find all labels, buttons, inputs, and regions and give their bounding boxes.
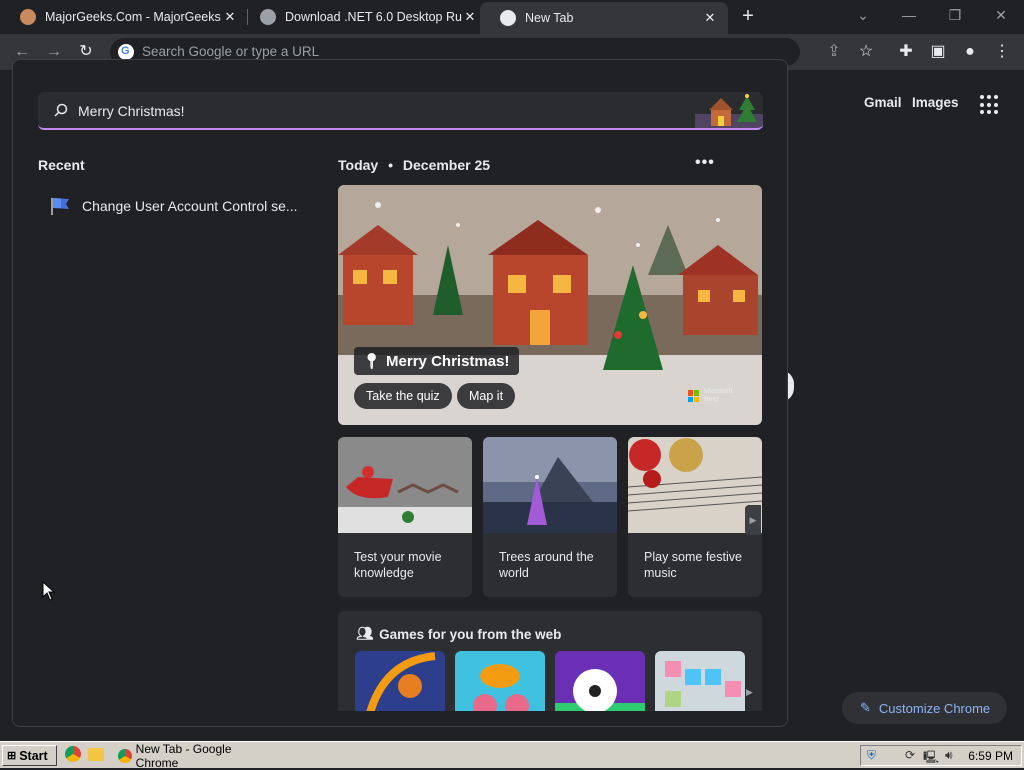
tab-title: New Tab	[525, 11, 574, 25]
close-window-button[interactable]: ✕	[978, 0, 1024, 30]
bookmark-star-icon[interactable]: ☆	[854, 40, 878, 64]
search-dropdown-panel: Merry Christmas! Recent Change User Acco…	[12, 59, 788, 727]
restore-button[interactable]: ❐	[932, 0, 978, 30]
customize-label: Customize Chrome	[878, 700, 991, 716]
tab-majorgeeks[interactable]: MajorGeeks.Com - MajorGeeks ✕	[0, 0, 248, 34]
bing-brand: Bing	[704, 396, 719, 403]
santa-sleigh-image	[338, 437, 472, 533]
card-label: Play some festive music	[644, 550, 742, 580]
game-basketball-icon[interactable]	[355, 651, 445, 711]
tab-title: MajorGeeks.Com - MajorGeeks	[45, 10, 221, 24]
search-input[interactable]: Merry Christmas!	[38, 92, 763, 130]
card-festive-music[interactable]: Play some festive music	[628, 437, 762, 597]
lit-tree-harbor-image	[483, 437, 617, 533]
start-label: Start	[19, 748, 48, 763]
globe-icon	[260, 9, 276, 25]
customize-chrome-button[interactable]: ✎ Customize Chrome	[842, 692, 1007, 724]
new-tab-button[interactable]: +	[737, 5, 759, 27]
microsoft-logo-icon	[688, 390, 700, 402]
search-icon	[54, 103, 68, 117]
card-label: Test your movie knowledge	[354, 550, 442, 580]
card-trees-world[interactable]: Trees around the world	[483, 437, 617, 597]
today-header: Today • December 25	[338, 157, 490, 173]
images-link[interactable]: Images	[912, 95, 959, 110]
profile-avatar-icon[interactable]: ●	[958, 40, 982, 64]
recent-item[interactable]: Change User Account Control se...	[48, 193, 298, 219]
start-button[interactable]: ⊞ Start	[2, 745, 57, 766]
card-movie-quiz[interactable]: Test your movie knowledge	[338, 437, 472, 597]
folder-quicklaunch-icon[interactable]	[88, 748, 104, 761]
card-label: Trees around the world	[499, 550, 594, 580]
new-tab-page: Gmail Images	[788, 70, 1024, 740]
chrome-quicklaunch-icon[interactable]	[65, 746, 81, 762]
hero-card[interactable]: 📍︎ Merry Christmas! Take the quiz Map it…	[338, 185, 762, 425]
close-tab-icon[interactable]: ✕	[462, 9, 478, 25]
taskbar-chrome-window[interactable]: New Tab - Google Chrome	[114, 742, 274, 770]
chrome-icon	[500, 10, 516, 26]
game-soccer-icon[interactable]	[555, 651, 645, 711]
tab-search-icon[interactable]: ⌄	[840, 0, 886, 30]
location-pin-icon: 📍︎	[362, 353, 382, 370]
volume-icon[interactable]: 🔊︎	[945, 748, 953, 763]
computer-icon[interactable]: 🖳︎	[923, 748, 939, 769]
windows-logo-icon: ⊞	[7, 750, 17, 762]
games-heading: 👥︎ Games for you from the web	[356, 626, 561, 642]
mouse-cursor-icon	[42, 581, 56, 601]
taskbar-app-label: New Tab - Google Chrome	[135, 741, 232, 770]
game-fish-icon[interactable]	[455, 651, 545, 711]
side-panel-icon[interactable]: ▣	[926, 40, 950, 64]
network-icon[interactable]: ⟳	[905, 748, 915, 762]
ornaments-sheet-music-image	[628, 437, 762, 533]
tab-dotnet[interactable]: Download .NET 6.0 Desktop Runt ✕	[240, 0, 488, 34]
search-query: Merry Christmas!	[78, 103, 185, 119]
games-section: 👥︎ Games for you from the web ▶	[338, 611, 762, 711]
tab-title: Download .NET 6.0 Desktop Runt	[285, 10, 462, 24]
clock[interactable]: 6:59 PM	[968, 749, 1013, 763]
share-icon[interactable]: ⇪	[822, 40, 846, 64]
gmail-link[interactable]: Gmail	[864, 95, 902, 110]
majorgeeks-favicon-icon	[20, 9, 36, 25]
recent-heading: Recent	[38, 157, 85, 173]
hero-title-text: Merry Christmas!	[386, 352, 510, 370]
microsoft-brand: Microsoft	[704, 388, 733, 395]
minimize-button[interactable]: —	[886, 0, 932, 30]
chrome-icon	[118, 748, 132, 763]
today-separator: •	[388, 157, 393, 173]
next-games-arrow-icon[interactable]: ▶	[746, 687, 753, 698]
gingerbread-house-icon	[695, 94, 763, 128]
close-tab-icon[interactable]: ✕	[222, 9, 238, 25]
tab-new-tab[interactable]: New Tab ✕	[480, 2, 728, 34]
uac-flag-icon	[51, 198, 69, 215]
system-tray: ⛨ ⟳ 🖳︎ 🔊︎ 6:59 PM	[860, 745, 1022, 766]
hero-title[interactable]: 📍︎ Merry Christmas!	[354, 347, 520, 375]
games-heading-text: Games for you from the web	[379, 626, 562, 642]
recent-item-label: Change User Account Control se...	[82, 198, 298, 214]
google-icon	[118, 44, 134, 60]
microsoft-bing-logo: Microsoft Bing	[688, 388, 732, 404]
next-card-arrow-icon[interactable]: ▶	[745, 505, 761, 535]
take-quiz-button[interactable]: Take the quiz	[354, 383, 452, 409]
more-options-button[interactable]: •••	[695, 154, 715, 172]
extensions-puzzle-icon[interactable]: ✚	[894, 40, 918, 64]
windows-taskbar: ⊞ Start New Tab - Google Chrome ⛨ ⟳ 🖳︎ 🔊…	[0, 741, 1024, 770]
tab-strip: MajorGeeks.Com - MajorGeeks ✕ Download .…	[0, 0, 1024, 34]
today-date: December 25	[402, 157, 491, 173]
chrome-menu-icon[interactable]: ⋮	[990, 40, 1014, 64]
games-people-icon: 👥︎	[356, 626, 374, 641]
pencil-icon: ✎	[860, 700, 871, 715]
close-tab-icon[interactable]: ✕	[702, 10, 718, 26]
omnibox-placeholder: Search Google or type a URL	[142, 44, 320, 59]
today-label: Today	[338, 157, 379, 173]
security-shield-icon[interactable]: ⛨	[867, 748, 876, 763]
game-blocks-icon[interactable]	[655, 651, 745, 711]
google-apps-icon[interactable]	[980, 95, 1000, 115]
map-it-button[interactable]: Map it	[457, 383, 516, 409]
